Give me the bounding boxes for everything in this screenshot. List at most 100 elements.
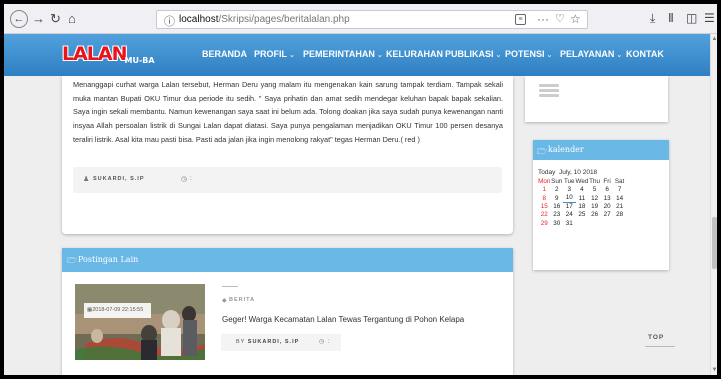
chevron-down-icon: ⌄ — [495, 52, 502, 59]
download-icon[interactable]: ⤓ — [650, 11, 655, 26]
calendar-day[interactable]: 22 — [538, 211, 551, 219]
reader-view-icon[interactable]: ≡ — [515, 14, 526, 25]
calendar-day[interactable]: 16 — [551, 203, 564, 212]
day-header: Thu — [589, 178, 601, 186]
calendar-day[interactable]: 11 — [576, 194, 589, 203]
pocket-icon[interactable]: ♡ — [555, 12, 565, 25]
nav-beranda[interactable]: BERANDA — [202, 49, 247, 59]
forward-button[interactable]: → — [32, 11, 45, 27]
day-header: Mon — [538, 178, 551, 186]
nav-publikasi[interactable]: PUBLIKASI ⌄ — [445, 49, 501, 59]
calendar-widget: 🗁 kalender Today July, 10 2018 Mon Sun T… — [533, 140, 669, 270]
calendar-week: 22 23 24 25 26 27 28 — [538, 211, 626, 219]
scroll-down-arrow-icon[interactable]: ▼ — [711, 367, 717, 373]
calendar-day[interactable]: 12 — [588, 194, 601, 203]
url-host: localhost — [179, 14, 219, 25]
calendar-day[interactable]: 3 — [563, 186, 576, 194]
calendar-day[interactable]: 8 — [538, 194, 551, 203]
calendar-day[interactable]: 1 — [538, 186, 551, 194]
logo-sub-text: MU-BA — [124, 56, 155, 65]
calendar-day[interactable]: 17 — [563, 203, 576, 212]
calendar-day-today[interactable]: 10 — [563, 194, 576, 204]
info-icon[interactable]: ⓘ — [164, 13, 175, 29]
home-icon[interactable]: ⌂ — [68, 11, 76, 27]
nav-kelurahan[interactable]: KELURAHAN — [386, 49, 443, 59]
url-path: /Skripsi/pages/beritalalan.php — [218, 14, 350, 25]
calendar-day[interactable]: 4 — [576, 186, 589, 194]
calendar-day[interactable]: 31 — [563, 220, 576, 228]
nav-potensi[interactable]: POTENSI ⌄ — [505, 49, 552, 59]
related-posts-title: Postingan Lain — [78, 255, 139, 264]
calendar-day[interactable]: 7 — [613, 186, 626, 194]
nav-label: PEMERINTAHAN — [303, 49, 375, 59]
article-time: : — [190, 176, 192, 182]
calendar-day — [613, 220, 626, 228]
nav-kontak[interactable]: KONTAK — [626, 49, 664, 59]
nav-profil[interactable]: PROFIL ⌄ — [254, 49, 295, 59]
calendar-day[interactable]: 29 — [538, 220, 551, 228]
calendar-day[interactable]: 13 — [601, 194, 614, 203]
calendar-day[interactable]: 19 — [588, 203, 601, 212]
calendar-day-headers: Mon Sun Tue Wed Thu Fri Sat — [538, 178, 626, 186]
nav-label: PUBLIKASI — [445, 49, 494, 59]
calendar-day[interactable]: 20 — [601, 203, 614, 212]
calendar-day[interactable]: 27 — [601, 211, 614, 219]
page-actions-menu-icon[interactable]: ··· — [537, 12, 549, 26]
calendar-day[interactable]: 30 — [551, 220, 564, 228]
day-header: Sun — [551, 178, 563, 186]
nav-pelayanan[interactable]: PELAYANAN ⌄ — [560, 49, 622, 59]
chevron-down-icon: ⌄ — [376, 52, 383, 59]
calendar-day[interactable]: 5 — [588, 186, 601, 194]
calendar-month-label: July, 10 2018 — [558, 169, 598, 176]
day-header: Sat — [614, 178, 625, 186]
article-meta: ♟ SUKARDI, S.IP ◷ : — [73, 167, 502, 193]
calendar-day — [588, 220, 601, 228]
back-to-top-link[interactable]: TOP — [648, 334, 664, 341]
post-date-text: 2018-07-09 22:15:55 — [92, 307, 144, 313]
browser-window: ← → ↻ ⌂ ⓘ localhost/Skripsi/pages/berita… — [4, 4, 717, 375]
back-button[interactable]: ← — [10, 10, 28, 28]
day-header: Tue — [563, 178, 575, 186]
hamburger-menu-icon[interactable]: ☰ — [704, 11, 715, 25]
calendar-day[interactable]: 18 — [576, 203, 589, 212]
address-bar[interactable]: ⓘ localhost/Skripsi/pages/beritalalan.ph… — [156, 10, 588, 29]
calendar-day[interactable]: 15 — [538, 203, 551, 212]
clock-icon: ◷ — [319, 339, 325, 345]
chevron-down-icon: ⌄ — [616, 52, 623, 59]
bookmark-star-icon[interactable]: ☆ — [570, 12, 581, 26]
nav-pemerintahan[interactable]: PEMERINTAHAN ⌄ — [303, 49, 383, 59]
calendar-header: 🗁 kalender — [533, 140, 669, 160]
calendar-today-label: Today — [538, 169, 556, 176]
calendar-week: 29 30 31 — [538, 220, 626, 228]
nav-label: KELURAHAN — [386, 49, 443, 59]
post-author-name[interactable]: SUKARDI, S.IP — [248, 339, 300, 345]
calendar-day[interactable]: 25 — [576, 211, 589, 219]
reload-icon[interactable]: ↻ — [50, 11, 61, 27]
page-scrollbar[interactable]: ▲ ▼ — [710, 34, 717, 375]
calendar-day[interactable]: 14 — [613, 194, 626, 203]
article-card: Menanggapi curhat warga Lalan tersebut, … — [62, 76, 513, 234]
calendar-day[interactable]: 24 — [563, 211, 576, 219]
scrollbar-thumb[interactable] — [712, 217, 717, 269]
calendar-day[interactable]: 26 — [588, 211, 601, 219]
post-category[interactable]: BERITA — [229, 297, 255, 303]
post-divider — [222, 286, 238, 287]
folder-open-icon: 🗁 — [67, 256, 77, 265]
sidebar-icon[interactable]: ◫ — [686, 11, 697, 25]
related-posts-card: 🗁 Postingan Lain ▦2018-07-09 22:15:55 ◆ … — [62, 248, 513, 375]
calendar-day[interactable]: 2 — [551, 186, 564, 194]
scroll-up-arrow-icon[interactable]: ▲ — [711, 36, 717, 42]
library-icon[interactable]: Ⅱ — [668, 11, 674, 25]
article-author[interactable]: SUKARDI, S.IP — [93, 176, 145, 182]
post-title-link[interactable]: Geger! Warga Kecamatan Lalan Tewas Terga… — [222, 315, 464, 324]
calendar-day[interactable]: 6 — [601, 186, 614, 194]
site-logo[interactable]: LALANMU-BA — [62, 43, 155, 65]
calendar-day[interactable]: 28 — [613, 211, 626, 219]
calendar-day[interactable]: 9 — [551, 194, 564, 203]
sidebar-widget — [525, 76, 668, 122]
calendar-day[interactable]: 21 — [613, 203, 626, 212]
post-author-prefix: BY — [236, 339, 246, 345]
post-thumbnail[interactable]: ▦2018-07-09 22:15:55 — [75, 284, 205, 360]
post-author: BY SUKARDI, S.IP — [236, 339, 299, 345]
calendar-day[interactable]: 23 — [551, 211, 564, 219]
